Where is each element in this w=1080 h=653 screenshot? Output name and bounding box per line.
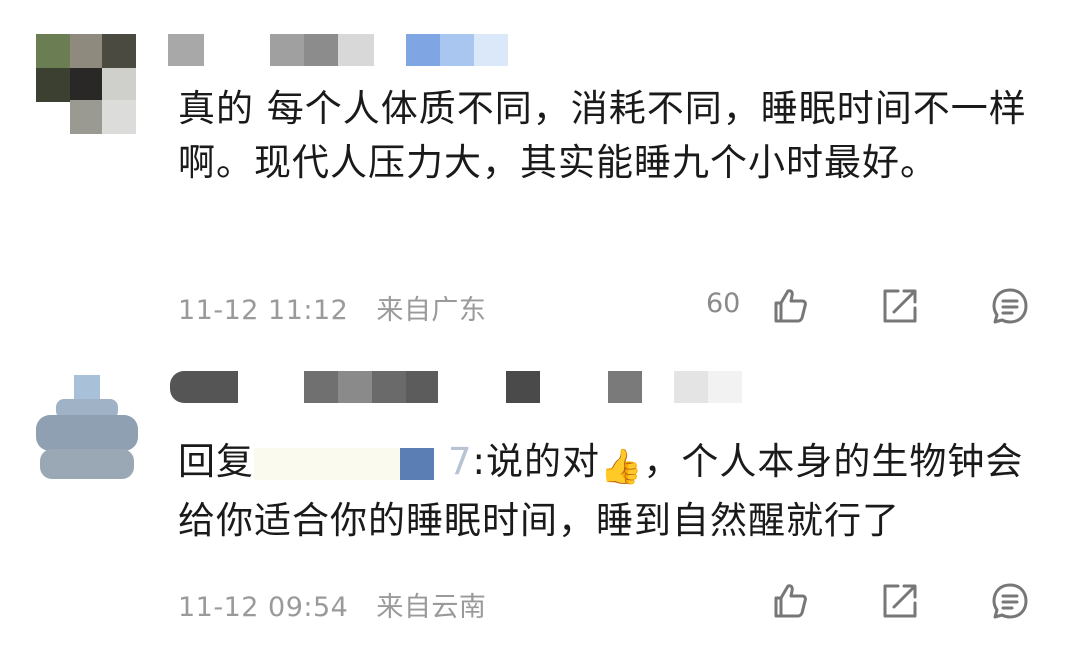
thumbs-up-icon[interactable] [770,581,810,621]
comment-date: 11-12 09:54 [178,592,349,623]
comment-location: 来自广东 [376,295,487,326]
username-blurred[interactable] [168,371,748,403]
comment-meta: 11-12 09:54 来自云南 [178,585,486,624]
share-icon[interactable] [880,286,920,326]
comment-date: 11-12 11:12 [178,295,349,326]
avatar[interactable] [36,375,138,485]
comment-item: 真的 每个人体质不同，消耗不同，睡眠时间不一样啊。现代人压力大，其实能睡九个小时… [0,0,1080,345]
comment-item: 回复 7:说的对👍，个人本身的生物钟会给你适合你的睡眠时间，睡到自然醒就行了 11… [0,345,1080,653]
comment-text: 真的 每个人体质不同，消耗不同，睡眠时间不一样啊。现代人压力大，其实能睡九个小时… [178,87,1027,184]
share-icon[interactable] [880,581,920,621]
reply-prefix: 回复 [178,440,254,483]
reply-body: :说的对 [472,440,601,483]
reply-user-blurred[interactable] [254,447,366,480]
comment-bubble-icon[interactable] [990,581,1030,621]
reply-user-tail: 7 [448,440,473,483]
username-blurred[interactable] [168,34,508,66]
like-count: 60 [706,288,741,319]
avatar[interactable] [36,34,136,134]
thumbs-up-emoji-icon: 👍 [600,447,644,487]
thumbs-up-icon[interactable] [770,286,810,326]
comment-meta: 11-12 11:12 来自广东 [178,288,486,327]
comment-text: 回复 7:说的对👍，个人本身的生物钟会给你适合你的睡眠时间，睡到自然醒就行了 [178,435,1038,548]
comment-bubble-icon[interactable] [990,286,1030,326]
comment-location: 来自云南 [376,592,487,623]
